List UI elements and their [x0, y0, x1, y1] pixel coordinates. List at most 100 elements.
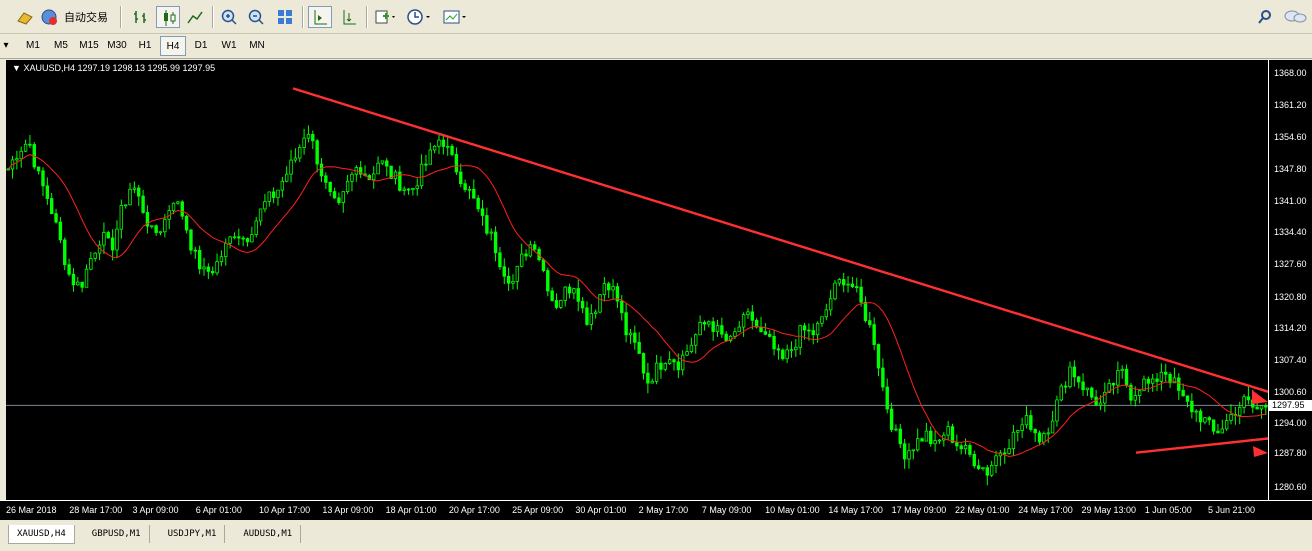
- candle-body: [1098, 402, 1103, 406]
- candle-body: [128, 188, 132, 206]
- chat-icon[interactable]: [1282, 6, 1308, 28]
- timeframe-w1[interactable]: W1: [216, 36, 242, 56]
- price-tick-label: 1341.00: [1274, 195, 1307, 206]
- trendline-ascending[interactable]: [1135, 434, 1268, 454]
- candle-body: [968, 445, 972, 455]
- candle-body: [54, 213, 58, 223]
- autoscroll-icon[interactable]: [338, 6, 360, 28]
- candle-body: [432, 145, 437, 151]
- candle-body: [929, 430, 933, 445]
- candle-body: [685, 351, 689, 356]
- candle-body: [1164, 371, 1168, 375]
- candle-body: [197, 250, 202, 270]
- candle-body: [624, 312, 628, 336]
- candle-body: [1085, 387, 1090, 391]
- auto-trade-button[interactable]: 自动交易: [60, 6, 112, 28]
- candle-body: [450, 145, 454, 155]
- price-tick-label: 1354.60: [1274, 131, 1307, 142]
- price-tick-label: 1280.60: [1274, 481, 1307, 492]
- candle-body: [102, 232, 106, 246]
- price-axis[interactable]: 1368.00 1361.20 1354.60 1347.80 1341.00 1334.…: [1268, 60, 1312, 500]
- candle-body: [959, 445, 963, 450]
- zoom-in-icon[interactable]: [218, 6, 240, 28]
- candle-body: [463, 183, 467, 191]
- timeframe-mn[interactable]: MN: [244, 36, 270, 56]
- chart-header-text: XAUUSD,H4 1297.19 1298.13 1295.99 1297.9…: [23, 63, 216, 73]
- candle-body: [506, 275, 511, 284]
- candle-body: [489, 231, 493, 234]
- time-tick-label: 24 May 17:00: [1018, 505, 1073, 515]
- candle-body: [855, 286, 859, 289]
- timeframe-m15[interactable]: M15: [76, 36, 102, 56]
- price-tick-label: 1307.40: [1274, 354, 1307, 365]
- timeframe-d1[interactable]: D1: [188, 36, 214, 56]
- candle-body: [794, 346, 798, 351]
- timeframe-h4[interactable]: H4: [160, 36, 186, 56]
- candle-body: [550, 290, 554, 301]
- gold-icon[interactable]: [14, 6, 36, 28]
- timeframe-h1[interactable]: H1: [132, 36, 158, 56]
- candle-body: [6, 168, 10, 171]
- bar-chart-icon[interactable]: [130, 6, 152, 28]
- price-tick-label: 1314.20: [1274, 322, 1307, 333]
- candle-body: [1029, 415, 1033, 430]
- candle-body: [1037, 432, 1042, 443]
- candle-body: [781, 349, 785, 360]
- candle-body: [1177, 377, 1181, 391]
- candle-body: [1155, 378, 1159, 382]
- time-tick-label: 3 Apr 09:00: [132, 505, 179, 515]
- candle-body: [1238, 406, 1242, 416]
- time-tick-label: 14 May 17:00: [828, 505, 883, 515]
- candle-body: [554, 300, 559, 308]
- line-chart-icon[interactable]: [184, 6, 206, 28]
- candle-body: [955, 442, 959, 447]
- search-icon[interactable]: [1255, 6, 1275, 28]
- candle-body: [972, 454, 976, 467]
- candlestick-icon[interactable]: [156, 6, 180, 28]
- timeframe-m5[interactable]: M5: [48, 36, 74, 56]
- candle-body: [715, 325, 720, 332]
- candle-body: [84, 268, 89, 288]
- indicators-dropdown-icon[interactable]: [372, 6, 400, 28]
- time-tick-label: 1 Jun 05:00: [1144, 505, 1192, 515]
- time-tick-label: 28 Mar 17:00: [69, 505, 123, 515]
- chart-shift-icon[interactable]: [308, 6, 332, 28]
- candle-body: [694, 334, 698, 346]
- candle-body: [620, 300, 624, 314]
- time-tick-label: 26 Mar 2018: [6, 505, 57, 515]
- time-axis[interactable]: 26 Mar 2018 28 Mar 17:00 3 Apr 09:00 6 Apr …: [0, 500, 1312, 520]
- candle-body: [711, 321, 715, 332]
- candle-body: [772, 336, 776, 350]
- candle-body: [89, 258, 93, 270]
- price-chart[interactable]: ▼ XAUUSD,H4 1297.19 1298.13 1295.99 1297…: [6, 60, 1268, 500]
- chart-menu-icon[interactable]: ▼: [12, 63, 21, 73]
- candle-body: [589, 313, 594, 325]
- candle-body: [698, 321, 702, 336]
- periods-dropdown-icon[interactable]: [404, 6, 434, 28]
- price-tick-label: 1368.00: [1274, 68, 1307, 79]
- candle-body: [158, 231, 163, 234]
- candle-body: [720, 325, 724, 335]
- candle-body: [885, 386, 889, 410]
- candle-body: [424, 163, 428, 166]
- candle-body: [415, 185, 419, 189]
- candle-body: [659, 362, 663, 370]
- candle-body: [580, 300, 585, 309]
- symbol-tab[interactable]: XAUUSD,H4: [8, 525, 75, 544]
- templates-dropdown-icon[interactable]: [440, 6, 470, 28]
- auto-trading-icon[interactable]: [38, 6, 60, 28]
- timeframe-m1[interactable]: M1: [20, 36, 46, 56]
- price-tick-label: 1320.80: [1274, 291, 1307, 302]
- symbol-tab[interactable]: GBPUSD,M1: [84, 525, 150, 543]
- candle-body: [633, 332, 637, 343]
- zoom-out-icon[interactable]: [245, 6, 267, 28]
- candle-body: [789, 349, 794, 352]
- symbol-tab[interactable]: AUDUSD,M1: [235, 525, 302, 543]
- timeframe-m30[interactable]: M30: [104, 36, 130, 56]
- symbol-tab[interactable]: USDJPY,M1: [160, 525, 226, 543]
- candle-body: [19, 150, 23, 160]
- tile-windows-icon[interactable]: [274, 6, 296, 28]
- candle-body: [511, 280, 515, 284]
- candle-body: [1111, 383, 1116, 386]
- candle-body: [1207, 417, 1211, 421]
